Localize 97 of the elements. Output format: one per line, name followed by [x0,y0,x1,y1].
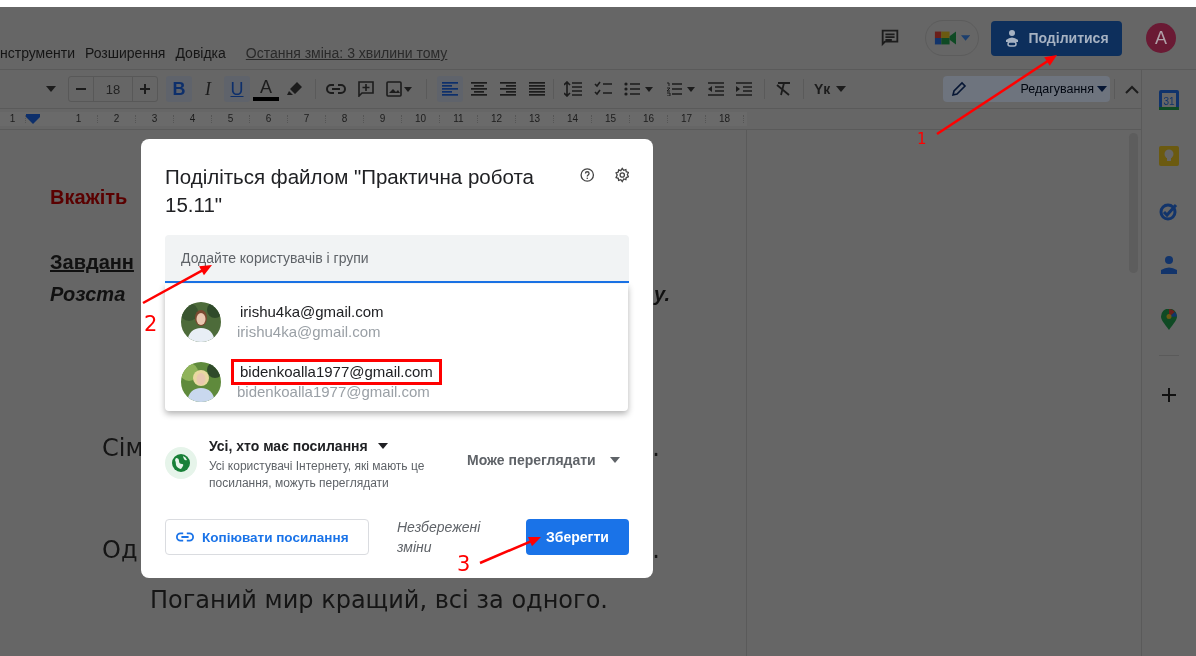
decrease-indent-icon[interactable] [708,82,724,96]
ruler-number: 11 [451,114,466,124]
checklist-icon[interactable] [594,81,612,97]
menu-item[interactable]: Розширення [85,45,166,61]
underline-button[interactable]: U [224,76,250,102]
text-color-button[interactable]: A [253,77,279,101]
globe-icon [171,453,191,473]
settings-icon[interactable] [614,165,629,185]
align-left-button[interactable] [437,76,463,102]
bold-button[interactable]: B [166,76,192,102]
help-icon[interactable] [580,165,595,185]
ruler-number: 8 [339,114,350,124]
indent-marker-icon[interactable] [26,114,40,124]
ruler-number: 7 [301,114,312,124]
annotation-number: 1 [917,130,927,148]
ruler-number: 15 [602,114,619,124]
add-comment-icon[interactable] [358,81,374,97]
clear-formatting-icon[interactable] [775,82,791,96]
ruler-number: 1 [7,114,18,124]
ruler-number: 4 [187,114,198,124]
annotation-number: 3 [457,552,471,576]
editing-mode-button[interactable]: Редагування [943,76,1110,102]
menu-item[interactable]: Довідка [175,45,226,61]
save-button[interactable]: Зберегти [526,519,629,555]
suggestion-name: bidenkoalla1977@gmail.com [231,359,442,385]
ruler-number: 12 [488,114,505,124]
document-text: Завданн [50,250,134,274]
align-left-icon [442,82,458,96]
numbered-list-icon[interactable] [666,82,696,96]
video-call-button[interactable] [925,20,979,56]
document-text: Розста [50,282,126,306]
menu-item[interactable]: нструменти [0,45,75,61]
unsaved-status: Незбережені зміни [397,518,482,555]
caret-icon[interactable] [836,86,847,92]
ruler-number: 18 [716,114,733,124]
link-icon [176,532,194,542]
align-justify-icon [529,82,545,96]
document-text: Поганий мир кращий, всі за одного. [150,586,608,614]
copy-link-button[interactable]: Копіювати посилання [165,519,369,555]
ruler-number: 16 [640,114,657,124]
document-text: . [652,536,660,564]
person-icon[interactable] [1161,255,1177,275]
plus-icon [140,84,150,94]
suggestion-email: irishu4ka@gmail.com [237,322,382,342]
annotation-arrow [479,537,541,565]
document-text: Сім [102,434,144,462]
collapse-icon[interactable] [1125,84,1139,94]
align-right-icon [500,82,516,96]
ruler-number: 3 [149,114,160,124]
caret-icon [377,443,388,449]
line-spacing-icon[interactable] [564,81,582,97]
last-edit-link[interactable]: Остання зміна: 3 хвилини тому [245,45,448,61]
calendar-icon[interactable]: 31 [1158,89,1180,111]
suggestion-item[interactable]: bidenkoalla1977@gmail.com bidenkoalla1977@gmail.com [165,352,628,412]
suggestion-name: irishu4ka@gmail.com [239,302,385,322]
caret-icon [960,35,970,41]
suggestion-email: bidenkoalla1977@gmail.com [237,382,431,402]
suggestion-item[interactable]: irishu4ka@gmail.com irishu4ka@gmail.com [165,292,628,352]
ruler-number: 1 [73,114,84,124]
caret-icon[interactable] [46,86,56,92]
pencil-icon [951,81,968,97]
account-avatar[interactable]: A [1146,23,1176,53]
ruler-number: 14 [564,114,581,124]
caret-icon [1097,86,1107,92]
ruler-number: 2 [111,114,122,124]
input-tools-button[interactable]: Yк [814,81,831,97]
access-scope-dropdown[interactable]: Усі, хто має посилання [209,438,459,454]
document-text: у. [654,282,670,306]
annotation-arrow [142,265,212,305]
increase-indent-icon[interactable] [736,82,752,96]
ruler-number: 5 [225,114,236,124]
document-text: Од [102,536,138,564]
ruler-number: 17 [678,114,695,124]
highlighter-icon[interactable] [287,81,303,97]
document-text: Вкажіть [50,185,128,209]
map-pin-icon[interactable] [1161,309,1177,331]
image-icon[interactable] [386,81,414,97]
document-text: . [652,434,660,462]
person-lock-icon [1004,29,1021,47]
italic-button[interactable]: I [195,76,221,102]
ruler-number: 13 [526,114,543,124]
ruler-number: 6 [263,114,274,124]
checkmark-circle-icon[interactable] [1159,201,1179,221]
annotation-number: 2 [144,312,158,336]
bulleted-list-icon[interactable] [624,82,654,96]
align-center-icon [471,82,487,96]
ruler-number: 10 [412,114,429,124]
access-description: Усі користувачі Інтернету, які мають це посилання, можуть переглядати [209,458,426,492]
dialog-title: Поділіться файлом "Практична робота 15.11" [165,164,535,218]
role-dropdown[interactable]: Може переглядати [467,452,620,468]
people-input-field[interactable]: Додайте користувачів і групи [165,235,629,283]
ruler-number: 9 [377,114,388,124]
share-button[interactable]: Поділитися [991,20,1122,56]
link-icon[interactable] [326,84,346,94]
add-icon[interactable] [1162,388,1176,402]
caret-icon [609,457,620,463]
minus-icon [76,88,86,90]
